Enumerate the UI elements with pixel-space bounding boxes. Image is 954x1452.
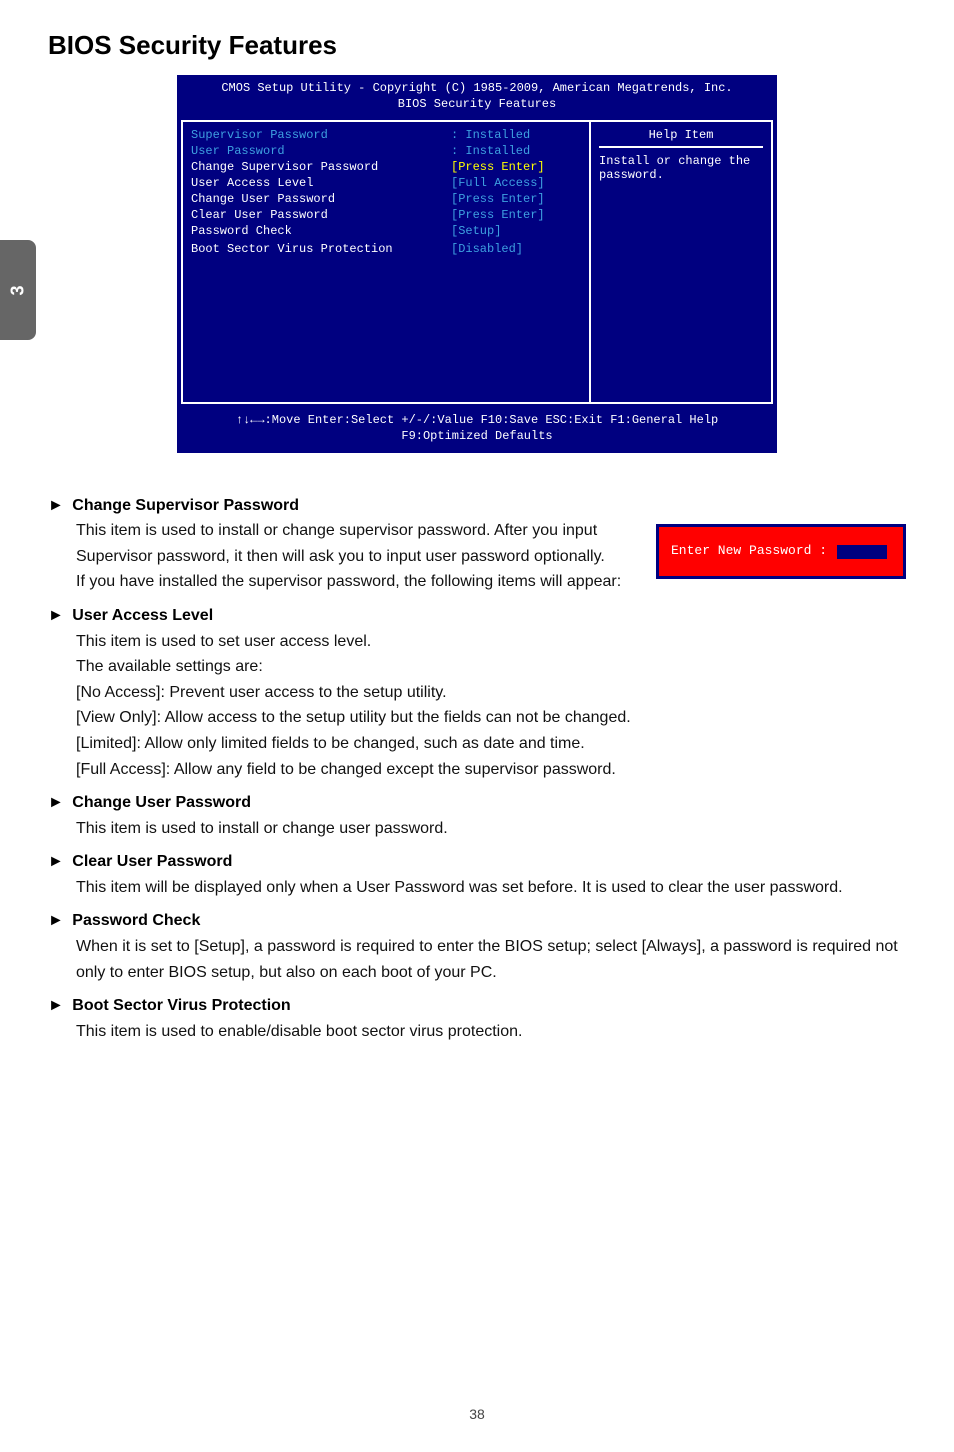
bios-help-title: Help Item (599, 128, 763, 148)
paragraph: This item is used to install or change u… (76, 816, 906, 842)
bios-row-value: [Full Access] (451, 176, 581, 190)
section-header: ► Change Supervisor Password (48, 493, 906, 519)
paragraph: This item is used to enable/disable boot… (76, 1019, 906, 1045)
section-title: Change User Password (72, 794, 251, 811)
bios-row-value: [Press Enter] (451, 208, 581, 222)
page-title: BIOS Security Features (48, 30, 906, 61)
section-header: ► User Access Level (48, 603, 906, 629)
bios-row-value: : Installed (451, 128, 581, 142)
bios-screenshot: CMOS Setup Utility - Copyright (C) 1985-… (177, 75, 777, 453)
arrow-icon: ► (48, 497, 64, 514)
paragraph: [No Access]: Prevent user access to the … (76, 680, 906, 706)
section-header: ► Clear User Password (48, 849, 906, 875)
bios-row-label: Change User Password (191, 192, 451, 206)
bios-row: User Password: Installed (191, 144, 581, 158)
section-header: ► Boot Sector Virus Protection (48, 993, 906, 1019)
chapter-number: 3 (7, 285, 28, 295)
arrow-icon: ► (48, 794, 64, 811)
bios-help-panel: Help Item Install or change the password… (591, 122, 771, 402)
paragraph: [Full Access]: Allow any field to be cha… (76, 757, 906, 783)
section-title: Boot Sector Virus Protection (72, 997, 290, 1014)
password-dialog: Enter New Password : (656, 524, 906, 579)
bios-body: Supervisor Password: InstalledUser Passw… (181, 120, 773, 404)
bios-footer-line1: ↑↓←→:Move Enter:Select +/-/:Value F10:Sa… (187, 412, 767, 428)
chapter-tab: 3 (0, 240, 36, 340)
bios-row-label: Clear User Password (191, 208, 451, 222)
section-title: Clear User Password (72, 853, 232, 870)
paragraph: This item is used to set user access lev… (76, 629, 906, 655)
bios-row-value: [Press Enter] (451, 192, 581, 206)
bios-row: User Access Level[Full Access] (191, 176, 581, 190)
bios-help-text: Install or change the password. (599, 154, 763, 182)
bios-row-value: [Setup] (451, 224, 581, 238)
page-number: 38 (0, 1406, 954, 1422)
bios-row-label: User Access Level (191, 176, 451, 190)
bios-row: Boot Sector Virus Protection[Disabled] (191, 242, 581, 256)
bios-row: Clear User Password[Press Enter] (191, 208, 581, 222)
bios-row: Change User Password[Press Enter] (191, 192, 581, 206)
bios-row-value: [Press Enter] (451, 160, 581, 174)
bios-row-label: Change Supervisor Password (191, 160, 451, 174)
bios-header-line1: CMOS Setup Utility - Copyright (C) 1985-… (185, 81, 769, 97)
bios-footer: ↑↓←→:Move Enter:Select +/-/:Value F10:Sa… (177, 408, 777, 452)
paragraph: [Limited]: Allow only limited fields to … (76, 731, 906, 757)
paragraph: This item will be displayed only when a … (76, 875, 906, 901)
bios-row-label: Supervisor Password (191, 128, 451, 142)
section-body: Enter New Password :This item is used to… (48, 518, 906, 595)
bios-row-label: Password Check (191, 224, 451, 238)
section-title: Change Supervisor Password (72, 497, 299, 514)
section-header: ► Password Check (48, 908, 906, 934)
paragraph: [View Only]: Allow access to the setup u… (76, 705, 906, 731)
bios-row: Supervisor Password: Installed (191, 128, 581, 142)
bios-row-value: [Disabled] (451, 242, 581, 256)
bios-row-value: : Installed (451, 144, 581, 158)
password-dialog-label: Enter New Password : (671, 541, 827, 562)
password-input-field (837, 545, 887, 559)
arrow-icon: ► (48, 607, 64, 624)
section-title: User Access Level (72, 607, 213, 624)
arrow-icon: ► (48, 912, 64, 929)
bios-row: Password Check[Setup] (191, 224, 581, 238)
section-title: Password Check (72, 912, 200, 929)
arrow-icon: ► (48, 853, 64, 870)
document-content: ► Change Supervisor PasswordEnter New Pa… (48, 493, 906, 1045)
bios-left-panel: Supervisor Password: InstalledUser Passw… (183, 122, 591, 402)
bios-row-label: User Password (191, 144, 451, 158)
bios-footer-line2: F9:Optimized Defaults (187, 428, 767, 444)
arrow-icon: ► (48, 997, 64, 1014)
paragraph: The available settings are: (76, 654, 906, 680)
paragraph: When it is set to [Setup], a password is… (76, 934, 906, 985)
bios-row-label: Boot Sector Virus Protection (191, 242, 451, 256)
bios-header-line2: BIOS Security Features (185, 97, 769, 113)
section-header: ► Change User Password (48, 790, 906, 816)
bios-header: CMOS Setup Utility - Copyright (C) 1985-… (177, 75, 777, 116)
bios-row: Change Supervisor Password[Press Enter] (191, 160, 581, 174)
